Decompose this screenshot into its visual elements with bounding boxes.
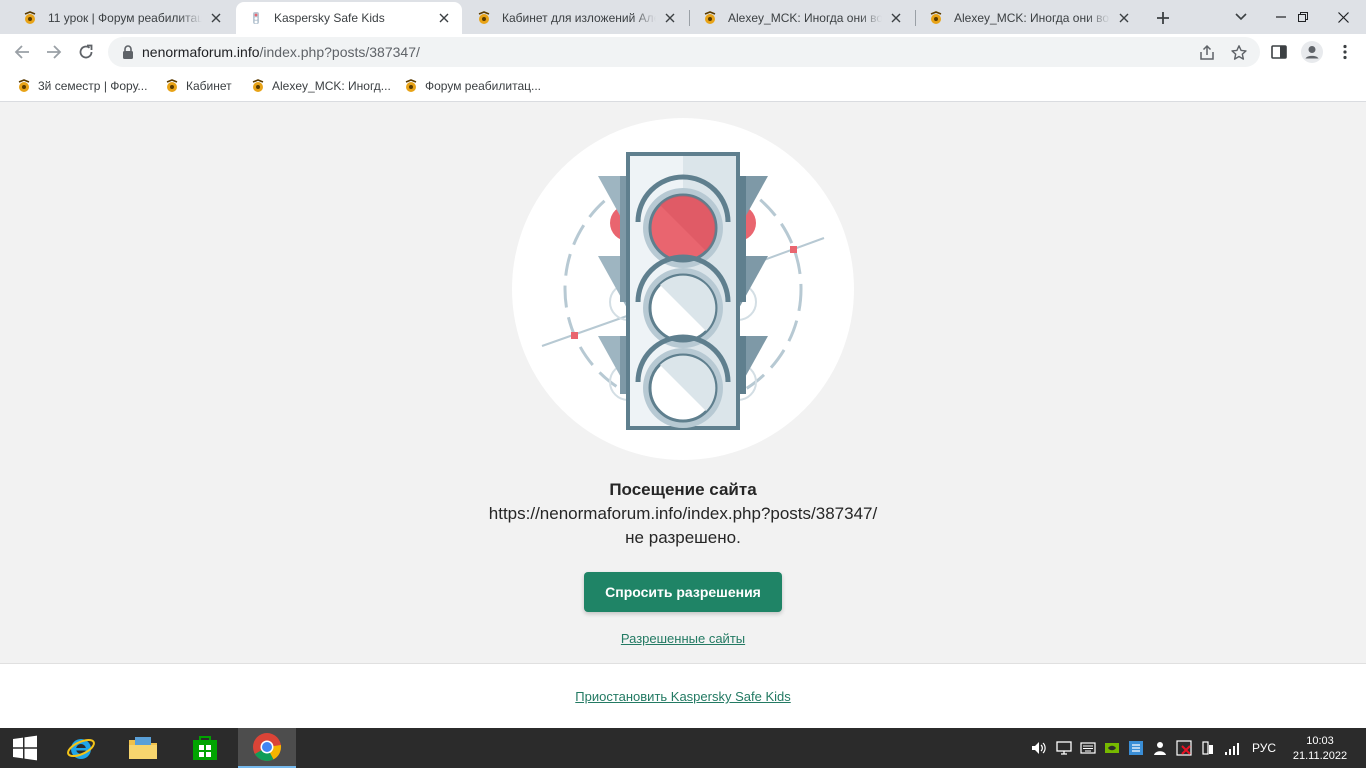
close-window-button[interactable] (1320, 0, 1366, 34)
kaspersky-favicon-icon (253, 12, 259, 24)
bookmark-star-icon[interactable] (1230, 44, 1248, 62)
security-alert-icon[interactable] (1176, 740, 1192, 756)
store-icon (193, 736, 217, 760)
reload-icon (79, 44, 93, 59)
bookmark-cabinet[interactable]: Кабинет (164, 76, 232, 96)
tab-strip: 11 урок | Форум реабилитации Kaspersky S… (0, 0, 1366, 34)
pause-link-container: Приостановить Kaspersky Safe Kids (0, 689, 1366, 704)
close-icon (1337, 11, 1349, 23)
chrome-button[interactable] (238, 728, 296, 768)
forum-favicon-icon (478, 11, 490, 24)
nvidia-icon[interactable] (1104, 740, 1120, 756)
chrome-icon (253, 733, 282, 761)
address-bar[interactable]: nenormaforum.info/index.php?posts/387347… (108, 37, 1260, 67)
tab-forum-lesson[interactable]: 11 урок | Форум реабилитации (10, 2, 234, 34)
tab-title: Alexey_MCK: Иногда они возвращаются (728, 11, 882, 25)
allowed-sites-container: Разрешенные сайты (0, 631, 1366, 646)
new-tab-button[interactable] (1150, 5, 1176, 31)
traffic-light-illustration (512, 118, 854, 460)
side-panel-icon[interactable] (1270, 43, 1288, 61)
folder-icon (129, 737, 157, 759)
bookmark-semester[interactable]: 3й семестр | Фору... (16, 76, 147, 96)
keyboard-icon[interactable] (1080, 740, 1096, 756)
forum-favicon-icon (930, 11, 942, 24)
profile-avatar-icon[interactable] (1300, 40, 1324, 64)
ask-permission-button[interactable]: Спросить разрешения (584, 572, 782, 612)
windows-taskbar: РУС 10:03 21.11.2022 (0, 728, 1366, 768)
tab-title: 11 урок | Форум реабилитации (48, 11, 202, 25)
tab-alexey-2[interactable]: Alexey_MCK: Иногда они возвращаются (916, 2, 1142, 34)
file-explorer-button[interactable] (114, 728, 172, 768)
input-language-indicator[interactable]: РУС (1252, 741, 1276, 755)
user-agent-icon[interactable] (1152, 740, 1168, 756)
address-host: nenormaforum.info (142, 44, 260, 60)
tab-title: Alexey_MCK: Иногда они возвращаются (954, 11, 1110, 25)
close-tab-icon[interactable] (888, 10, 904, 26)
address-path: /index.php?posts/387347/ (259, 44, 420, 60)
bookmark-label: Форум реабилитац... (425, 79, 541, 93)
address-url: nenormaforum.info/index.php?posts/387347… (142, 44, 420, 60)
browser-toolbar: nenormaforum.info/index.php?posts/387347… (0, 34, 1366, 70)
lock-icon (123, 45, 133, 59)
share-icon[interactable] (1198, 44, 1216, 62)
reload-button[interactable] (71, 37, 101, 67)
windows-logo-icon (13, 735, 37, 761)
close-tab-icon[interactable] (208, 10, 224, 26)
close-tab-icon[interactable] (436, 10, 452, 26)
clock-date: 21.11.2022 (1292, 750, 1348, 762)
block-page: Посещение сайта https://nenormaforum.inf… (0, 103, 1366, 663)
bookmark-label: Alexey_MCK: Иногд... (272, 79, 391, 93)
tab-title: Кабинет для изложений Алексей (502, 11, 656, 25)
more-menu-icon[interactable] (1336, 43, 1354, 61)
forum-favicon-icon (405, 79, 417, 92)
taskbar-clock[interactable]: 10:03 21.11.2022 (1290, 734, 1350, 764)
bookmark-label: 3й семестр | Фору... (38, 79, 148, 93)
blocked-url: https://nenormaforum.info/index.php?post… (488, 504, 878, 523)
forum-favicon-icon (704, 11, 716, 24)
start-button[interactable] (0, 728, 50, 768)
back-button[interactable] (7, 37, 37, 67)
block-status: не разрешено. (625, 528, 741, 547)
internet-explorer-icon (67, 738, 95, 759)
chevron-down-icon (1235, 13, 1247, 21)
page-footer: Приостановить Kaspersky Safe Kids (0, 663, 1366, 728)
close-tab-icon[interactable] (1116, 10, 1132, 26)
network-adapter-icon[interactable] (1128, 740, 1144, 756)
forum-favicon-icon (24, 11, 36, 24)
tab-kaspersky[interactable]: Kaspersky Safe Kids (236, 2, 462, 34)
internet-explorer-button[interactable] (52, 728, 110, 768)
display-icon[interactable] (1056, 740, 1072, 756)
signal-icon[interactable] (1224, 740, 1240, 756)
forum-favicon-icon (18, 79, 30, 92)
forum-favicon-icon (166, 79, 178, 92)
device-icon[interactable] (1200, 740, 1216, 756)
bookmarks-bar: 3й семестр | Фору... Кабинет Alexey_MCK:… (0, 70, 1366, 102)
bookmark-alexey[interactable]: Alexey_MCK: Иногд... (250, 76, 391, 96)
allowed-sites-link[interactable]: Разрешенные сайты (621, 631, 745, 646)
tab-alexey-1[interactable]: Alexey_MCK: Иногда они возвращаются (690, 2, 914, 34)
plus-icon (1157, 12, 1169, 24)
bookmark-forum[interactable]: Форум реабилитац... (403, 76, 541, 96)
volume-icon[interactable] (1030, 740, 1046, 756)
close-tab-icon[interactable] (662, 10, 678, 26)
block-title: Посещение сайта (609, 480, 757, 499)
store-button[interactable] (176, 728, 234, 768)
pause-safe-kids-link[interactable]: Приостановить Kaspersky Safe Kids (575, 689, 790, 704)
clock-time: 10:03 (1306, 735, 1334, 747)
bookmark-label: Кабинет (186, 79, 232, 93)
restore-icon (1298, 12, 1308, 22)
tab-cabinet[interactable]: Кабинет для изложений Алексей (464, 2, 688, 34)
tab-title: Kaspersky Safe Kids (274, 11, 385, 25)
forward-button[interactable] (39, 37, 69, 67)
arrow-right-icon (47, 45, 62, 59)
arrow-left-icon (14, 45, 29, 59)
forum-favicon-icon (252, 79, 264, 92)
